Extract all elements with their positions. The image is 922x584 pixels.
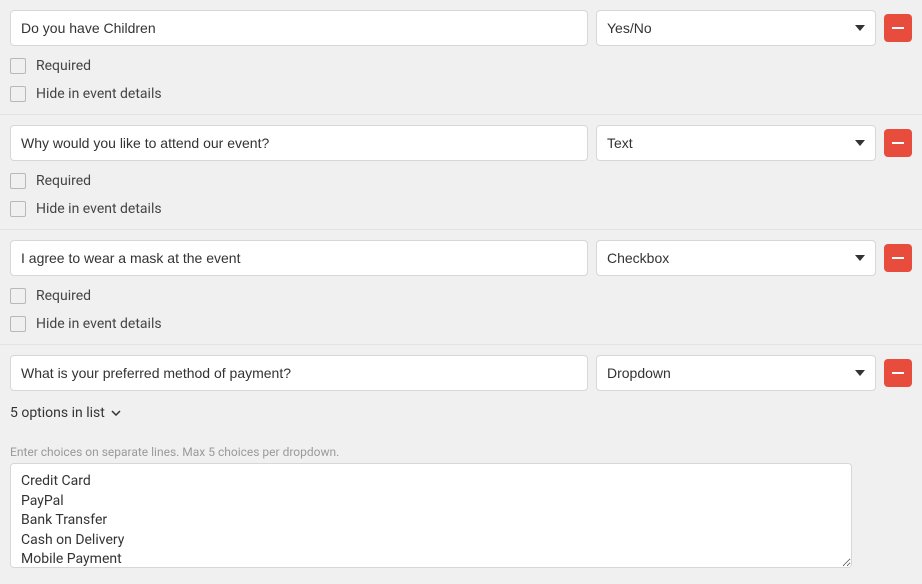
minus-icon <box>892 27 904 29</box>
question-type-select[interactable]: Text <box>596 125 876 161</box>
required-checkbox[interactable] <box>10 173 26 189</box>
question-text-input[interactable] <box>10 355 588 391</box>
hide-row[interactable]: Hide in event details <box>10 316 912 332</box>
question-row: Dropdown <box>10 355 912 391</box>
question-type-select[interactable]: Dropdown <box>596 355 876 391</box>
hide-row[interactable]: Hide in event details <box>10 86 912 102</box>
required-checkbox[interactable] <box>10 288 26 304</box>
required-row[interactable]: Required <box>10 173 912 189</box>
hide-label: Hide in event details <box>36 201 162 217</box>
hide-checkbox[interactable] <box>10 201 26 217</box>
choices-help-text: Enter choices on separate lines. Max 5 c… <box>10 445 912 459</box>
required-row[interactable]: Required <box>10 288 912 304</box>
hide-checkbox[interactable] <box>10 86 26 102</box>
question-type-select[interactable]: Yes/No <box>596 10 876 46</box>
hide-row[interactable]: Hide in event details <box>10 201 912 217</box>
required-label: Required <box>36 288 91 304</box>
delete-question-button[interactable] <box>884 129 912 157</box>
delete-question-button[interactable] <box>884 359 912 387</box>
question-block: Yes/No Required Hide in event details <box>0 0 922 115</box>
question-row: Checkbox <box>10 240 912 276</box>
options-summary-label: 5 options in list <box>10 405 105 421</box>
choices-textarea[interactable] <box>10 463 852 568</box>
delete-question-button[interactable] <box>884 14 912 42</box>
question-block: Text Required Hide in event details <box>0 115 922 230</box>
hide-label: Hide in event details <box>36 86 162 102</box>
question-block: Dropdown 5 options in list Enter choices… <box>0 345 922 584</box>
question-text-input[interactable] <box>10 125 588 161</box>
hide-label: Hide in event details <box>36 316 162 332</box>
minus-icon <box>892 372 904 374</box>
question-type-select[interactable]: Checkbox <box>596 240 876 276</box>
required-label: Required <box>36 173 91 189</box>
form-builder-container: Yes/No Required Hide in event details Te… <box>0 0 922 584</box>
required-row[interactable]: Required <box>10 58 912 74</box>
question-text-input[interactable] <box>10 240 588 276</box>
delete-question-button[interactable] <box>884 244 912 272</box>
question-block: Checkbox Required Hide in event details <box>0 230 922 345</box>
chevron-down-icon <box>111 410 121 416</box>
required-label: Required <box>36 58 91 74</box>
options-summary-toggle[interactable]: 5 options in list <box>10 405 121 421</box>
minus-icon <box>892 142 904 144</box>
hide-checkbox[interactable] <box>10 316 26 332</box>
required-checkbox[interactable] <box>10 58 26 74</box>
question-text-input[interactable] <box>10 10 588 46</box>
question-row: Yes/No <box>10 10 912 46</box>
minus-icon <box>892 257 904 259</box>
question-row: Text <box>10 125 912 161</box>
